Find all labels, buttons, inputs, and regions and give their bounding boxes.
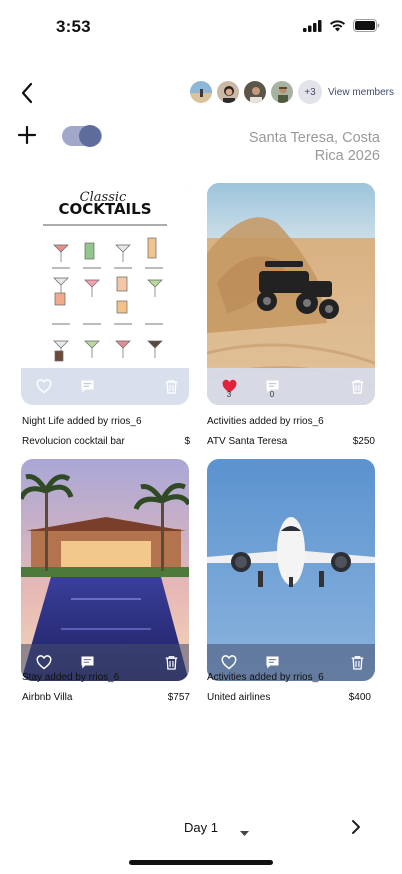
comment-icon bbox=[81, 656, 93, 668]
card-action-bar: 3 0 bbox=[207, 368, 375, 405]
comment-icon bbox=[266, 656, 278, 668]
card-price: $250 bbox=[352, 436, 375, 447]
delete-button[interactable] bbox=[348, 377, 366, 395]
itinerary-card[interactable] bbox=[21, 459, 189, 681]
comment-button[interactable] bbox=[263, 653, 281, 671]
itinerary-card[interactable] bbox=[207, 459, 375, 681]
chevron-left-icon bbox=[21, 82, 33, 104]
add-button[interactable] bbox=[16, 124, 38, 146]
card-user: rrios_6 bbox=[293, 672, 324, 683]
more-members-badge[interactable]: +3 bbox=[298, 80, 323, 104]
card-price: $757 bbox=[167, 692, 190, 703]
back-button[interactable] bbox=[14, 78, 40, 108]
added-by-label: added by bbox=[249, 672, 291, 683]
cellular-signal-icon bbox=[303, 19, 322, 32]
heart-icon bbox=[36, 378, 52, 393]
itinerary-card[interactable]: 3 0 bbox=[207, 183, 375, 405]
trash-icon bbox=[351, 379, 363, 394]
comment-icon bbox=[81, 380, 93, 392]
man-avatar-image bbox=[244, 81, 267, 103]
delete-button[interactable] bbox=[348, 653, 366, 671]
card-name: Revolucion cocktail bar bbox=[22, 436, 125, 447]
delete-button[interactable] bbox=[162, 653, 180, 671]
header: +3 View members bbox=[0, 76, 402, 110]
card-category: Night Life bbox=[22, 416, 65, 427]
card-name: United airlines bbox=[207, 692, 271, 703]
heart-icon bbox=[36, 654, 52, 669]
card-name: Airbnb Villa bbox=[22, 692, 73, 703]
added-by-label: added by bbox=[67, 416, 109, 427]
comment-count: 0 bbox=[269, 390, 275, 399]
wifi-icon bbox=[330, 19, 345, 31]
view-toggle[interactable] bbox=[62, 125, 102, 147]
caret-down-icon bbox=[240, 831, 249, 836]
day-selector[interactable]: Day 1 bbox=[184, 820, 218, 835]
card-action-bar bbox=[21, 368, 189, 405]
like-button[interactable] bbox=[35, 377, 53, 395]
status-bar: 3:53 bbox=[0, 0, 402, 54]
home-indicator bbox=[129, 860, 273, 865]
card-price: $ bbox=[184, 436, 190, 447]
hiker-avatar-image bbox=[271, 81, 294, 103]
avatar[interactable] bbox=[216, 80, 241, 104]
card-category: Activities bbox=[207, 416, 247, 427]
woman-avatar-image bbox=[217, 81, 240, 103]
status-icons bbox=[303, 19, 380, 32]
battery-icon bbox=[353, 19, 380, 32]
comment-button[interactable] bbox=[78, 653, 96, 671]
trash-icon bbox=[165, 379, 177, 394]
trash-icon bbox=[165, 655, 177, 670]
card-category: Stay bbox=[22, 672, 43, 683]
view-members-link[interactable]: View members bbox=[328, 87, 394, 98]
toggle-knob bbox=[79, 125, 101, 147]
card-name: ATV Santa Teresa bbox=[207, 436, 288, 447]
day-navigator: Day 1 bbox=[0, 812, 402, 842]
added-by-label: added by bbox=[249, 416, 291, 427]
card-category: Activities bbox=[207, 672, 247, 683]
toolbar: Santa Teresa, Costa Rica 2026 bbox=[0, 118, 402, 168]
image-title: COCKTAILS bbox=[58, 200, 151, 218]
comment-button[interactable] bbox=[78, 377, 96, 395]
card-user: rrios_6 bbox=[88, 672, 120, 683]
like-count: 3 bbox=[226, 390, 232, 399]
added-by-label: added by bbox=[44, 672, 86, 683]
card-caption: Activities added by rrios_6 ATV Santa Te… bbox=[207, 416, 375, 447]
card-caption: Activities added by rrios_6 United airli… bbox=[207, 672, 371, 703]
card-user: rrios_6 bbox=[110, 416, 142, 427]
like-button[interactable] bbox=[220, 653, 238, 671]
chevron-right-icon bbox=[352, 820, 360, 834]
next-day-button[interactable] bbox=[350, 818, 366, 838]
like-button[interactable] bbox=[35, 653, 53, 671]
members-group[interactable]: +3 View members bbox=[186, 80, 394, 104]
itinerary-card[interactable]: Classic COCKTAILS bbox=[21, 183, 189, 405]
trash-icon bbox=[351, 655, 363, 670]
status-time: 3:53 bbox=[56, 17, 91, 36]
plus-icon bbox=[17, 125, 37, 145]
trip-title: Santa Teresa, Costa Rica 2026 bbox=[248, 130, 380, 164]
avatar[interactable] bbox=[189, 80, 214, 104]
card-price: $400 bbox=[348, 692, 371, 703]
card-caption: Night Life added by rrios_6 Revolucion c… bbox=[22, 416, 190, 447]
card-caption: Stay added by rrios_6 Airbnb Villa $757 bbox=[22, 672, 190, 703]
heart-icon bbox=[221, 654, 237, 669]
avatar[interactable] bbox=[243, 80, 268, 104]
avatar[interactable] bbox=[270, 80, 295, 104]
delete-button[interactable] bbox=[162, 377, 180, 395]
beach-avatar-image bbox=[190, 81, 213, 103]
card-user: rrios_6 bbox=[293, 416, 324, 427]
day-dropdown-button[interactable] bbox=[240, 824, 249, 842]
